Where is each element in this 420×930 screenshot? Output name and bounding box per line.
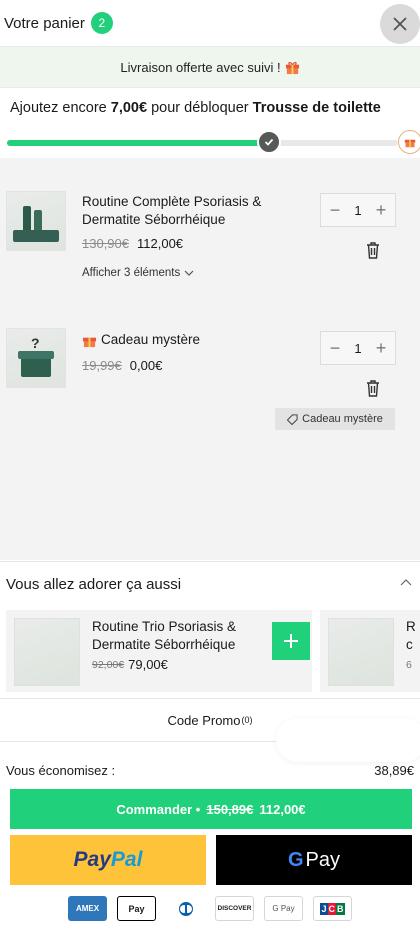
product-image[interactable] [6, 191, 66, 251]
savings-label: Vous économisez : [6, 762, 116, 778]
paypal-text-2: Pal [110, 848, 143, 871]
trash-icon[interactable] [364, 240, 382, 260]
increase-button[interactable]: + [373, 338, 389, 359]
recommendation-name: Routine Trio Psoriasis & Dermatite Sébor… [92, 619, 237, 652]
chevron-up-icon [400, 579, 412, 586]
show-items-toggle[interactable]: Afficher 3 éléments [82, 267, 194, 279]
product-image[interactable] [328, 618, 394, 686]
progress-reward: Trousse de toilette [252, 100, 381, 116]
close-button[interactable] [380, 4, 420, 44]
promo-code-count: (0) [241, 715, 253, 725]
recommendation-card[interactable]: Routine Trio Psoriasis & Dermatite Sébor… [6, 610, 312, 692]
recommendations-title: Vous allez adorer ça aussi [6, 576, 182, 593]
promo-code-label: Code Promo [167, 712, 241, 728]
recommendation-name-partial: R c [406, 618, 416, 654]
quantity-value: 1 [354, 202, 362, 218]
checkout-label: Commander • [116, 801, 201, 817]
name-line-2: c [406, 637, 413, 652]
recommendation-new-price: 79,00€ [128, 657, 168, 672]
item-price: 19,99€ 0,00€ [82, 358, 162, 373]
banner-text: Livraison offerte avec suivi ! [120, 59, 281, 75]
decrease-button[interactable]: − [327, 200, 343, 221]
recommendation-card[interactable]: R c 6 [320, 610, 420, 692]
trash-icon[interactable] [364, 378, 382, 398]
apple-pay-icon: Pay [117, 896, 156, 921]
item-name-row[interactable]: Cadeau mystère [82, 331, 272, 349]
progress-middle: pour débloquer [147, 100, 253, 116]
increase-button[interactable]: + [373, 200, 389, 221]
close-icon [393, 17, 407, 31]
item-new-price: 0,00€ [129, 358, 163, 373]
add-to-cart-button[interactable] [272, 622, 310, 660]
quantity-stepper[interactable]: − 1 + [320, 193, 396, 227]
gift-icon [82, 337, 97, 347]
plus-icon [284, 634, 298, 648]
reward-gift-icon [398, 130, 420, 154]
google-pay-text: Pay [305, 848, 341, 871]
cart-count-badge: 2 [90, 12, 113, 34]
recommendations-header[interactable]: Vous allez adorer ça aussi [0, 561, 420, 607]
recommendation-price: 92,00€ 79,00€ [92, 657, 168, 672]
quantity-value: 1 [354, 340, 362, 356]
gift-icon [285, 61, 299, 74]
item-price: 130,90€ 112,00€ [82, 236, 183, 251]
progress-check-icon [256, 130, 281, 154]
item-name[interactable]: Routine Complète Psoriasis & Dermatite S… [82, 193, 272, 229]
google-g-icon: G [287, 848, 304, 871]
payment-methods: AMEX Pay DISCOVER G Pay JCB [0, 896, 420, 922]
google-pay-icon: G Pay [264, 896, 303, 921]
show-items-label: Afficher 3 éléments [82, 267, 181, 279]
mystery-tag-label: Cadeau mystère [302, 413, 383, 425]
reward-progress-text: Ajoutez encore 7,00€ pour débloquer Trou… [10, 100, 410, 116]
paypal-button[interactable]: Pay Pal [10, 835, 206, 885]
checkout-old-total: 150,89€ [206, 801, 254, 817]
product-image[interactable]: ? [6, 328, 66, 388]
cart-header: Votre panier 2 [0, 0, 420, 46]
recommendation-price-partial: 6 [406, 659, 412, 671]
cart-title: Votre panier [4, 14, 85, 32]
savings-value: 38,89€ [374, 762, 414, 778]
reward-progress: Ajoutez encore 7,00€ pour débloquer Trou… [0, 88, 420, 158]
chevron-down-icon [184, 270, 194, 276]
free-shipping-banner: Livraison offerte avec suivi ! [0, 46, 420, 88]
name-line-1: R [406, 619, 416, 634]
amex-icon: AMEX [68, 896, 107, 921]
progress-track [7, 130, 398, 154]
progress-prefix: Ajoutez encore [10, 100, 111, 116]
checkout-total: 112,00€ [259, 801, 306, 817]
diners-club-icon [166, 896, 205, 921]
savings-row: Vous économisez : 38,89€ [0, 758, 420, 782]
cart-items: Routine Complète Psoriasis & Dermatite S… [0, 158, 420, 560]
decrease-button[interactable]: − [327, 338, 343, 359]
discover-icon: DISCOVER [215, 896, 254, 921]
recommendation-old-price: 92,00€ [92, 658, 125, 671]
apple-pay-label: Pay [128, 903, 145, 914]
item-old-price: 19,99€ [82, 358, 122, 373]
jcb-icon: JCB [313, 896, 352, 921]
google-pay-button[interactable]: G Pay [216, 835, 412, 885]
item-name: Cadeau mystère [101, 332, 201, 347]
paypal-text-1: Pay [73, 848, 111, 871]
floating-pill [276, 718, 420, 762]
mystery-gift-tag: Cadeau mystère [275, 408, 395, 430]
progress-fill [7, 140, 269, 146]
item-new-price: 112,00€ [137, 236, 184, 251]
product-image[interactable] [14, 618, 80, 686]
item-old-price: 130,90€ [82, 236, 129, 251]
checkout-button[interactable]: Commander • 150,89€ 112,00€ [10, 789, 412, 829]
tag-icon [287, 413, 298, 425]
quantity-stepper[interactable]: − 1 + [320, 331, 396, 365]
progress-amount: 7,00€ [110, 100, 148, 116]
